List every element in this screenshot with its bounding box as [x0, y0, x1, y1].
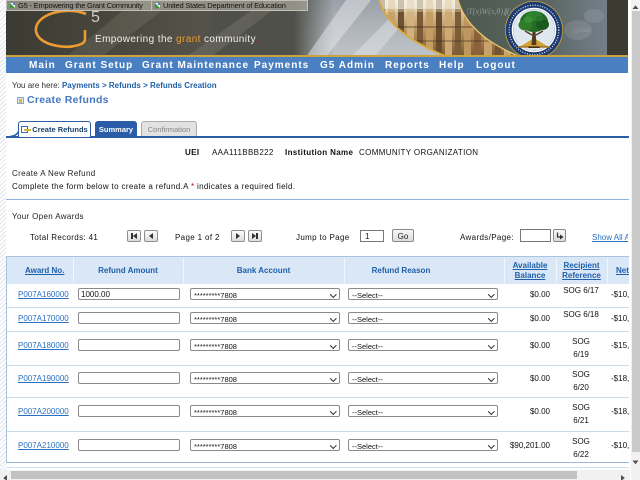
- svg-text:5: 5: [91, 9, 100, 26]
- svg-text:|T(x)W(x,θ)∥(√: |T(x)W(x,θ)∥(√: [466, 7, 515, 16]
